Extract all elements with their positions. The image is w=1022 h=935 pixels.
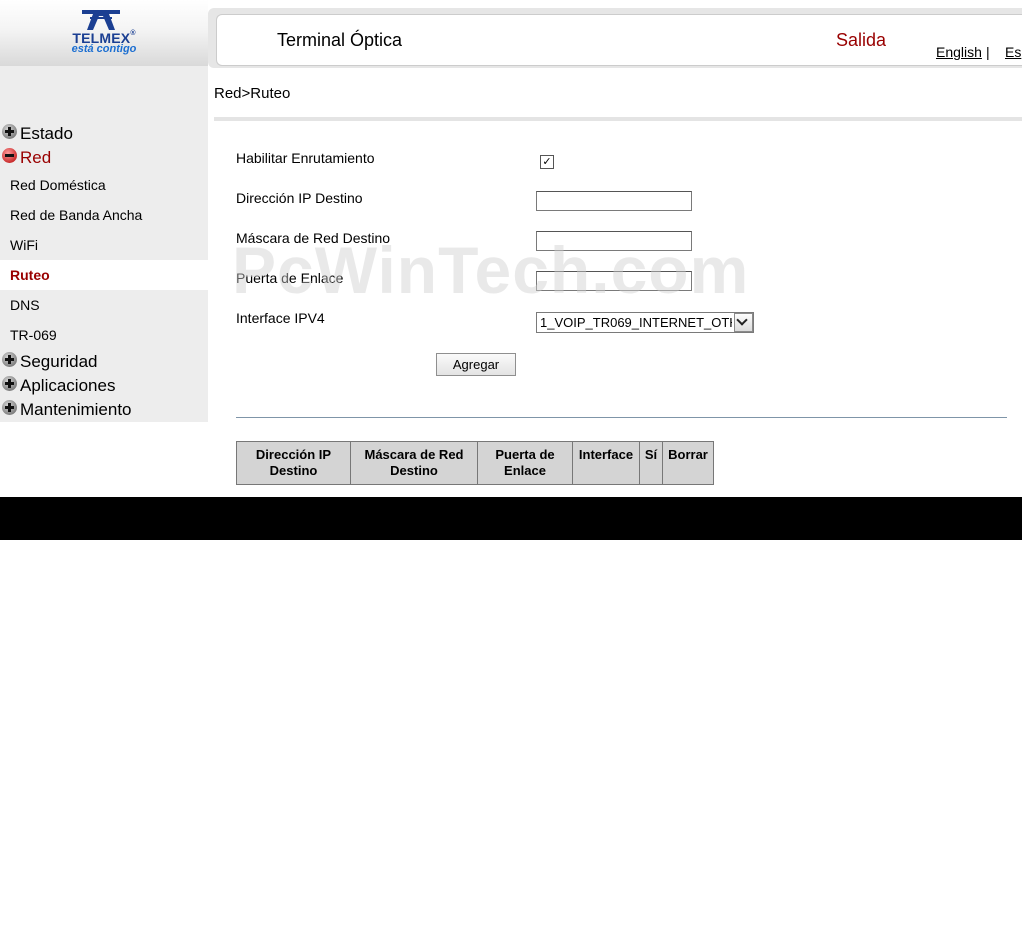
sidebar-item-label: Ruteo [10,267,50,283]
language-english-link[interactable]: English [936,44,982,60]
language-separator: | [986,44,990,60]
breadcrumb-divider [214,117,1022,121]
column-header-text: Máscara de Red [364,447,464,462]
sidebar-item-label: TR-069 [10,327,57,343]
breadcrumb: Red>Ruteo [214,85,291,102]
form-divider [236,417,1007,418]
column-header-borrar: Borrar [662,441,714,485]
routes-table: Dirección IP Destino Máscara de Red Destin… [236,441,714,485]
column-header-dest-ip: Dirección IP Destino [236,441,351,485]
logo: TELMEX® está contigo [0,0,208,66]
plus-icon [2,124,17,139]
dest-mask-input[interactable] [536,231,692,251]
app-title: Terminal Óptica [277,30,403,50]
sidebar: Estado Red Red Doméstica Red de Banda An… [0,66,208,422]
interface-ipv4-select[interactable]: 1_VOIP_TR069_INTERNET_OTHER [536,312,754,333]
dest-ip-label: Dirección IP Destino [236,190,363,206]
sidebar-item-label: Red Doméstica [10,177,106,193]
column-header-text: Puerta de [495,447,555,462]
sidebar-group-label: Mantenimiento [20,400,132,419]
sidebar-item-label: DNS [10,297,40,313]
interface-ipv4-value: 1_VOIP_TR069_INTERNET_OTHER [540,315,732,330]
telmex-logo-icon [82,10,120,30]
column-header-text: Enlace [504,463,546,478]
sidebar-item-tr069[interactable]: TR-069 [0,320,208,350]
sidebar-group-mantenimiento[interactable]: Mantenimiento [0,400,208,424]
column-header-text: Destino [390,463,438,478]
sidebar-group-label: Red [20,148,52,167]
sidebar-group-aplicaciones[interactable]: Aplicaciones [0,376,208,400]
column-header-dest-mask: Máscara de Red Destino [350,441,478,485]
sidebar-item-red-domestica[interactable]: Red Doméstica [0,170,208,200]
chevron-down-icon[interactable] [734,313,753,332]
enable-routing-label: Habilitar Enrutamiento [236,150,375,166]
logo-tagline: está contigo [71,43,137,55]
column-header-text: Interface [578,447,634,462]
checkmark-icon: ✓ [542,156,552,168]
gateway-input[interactable] [536,271,692,291]
logout-link[interactable]: Salida [836,30,886,51]
column-header-gateway: Puerta de Enlace [477,441,573,485]
dest-mask-label: Máscara de Red Destino [236,230,391,246]
plus-icon [2,376,17,391]
sidebar-item-wifi[interactable]: WiFi [0,230,208,260]
sidebar-group-label: Seguridad [20,352,98,371]
logo-registered-mark: ® [130,30,136,37]
column-header-text: Dirección IP [255,447,332,462]
language-spanish-link[interactable]: Es [1005,44,1021,60]
sidebar-group-estado[interactable]: Estado [0,124,208,148]
column-header-text: Destino [269,463,318,478]
sidebar-item-label: WiFi [10,237,38,253]
column-header-text: Borrar [668,447,708,462]
sidebar-group-seguridad[interactable]: Seguridad [0,352,208,376]
plus-icon [2,400,17,415]
footer-bar [0,497,1022,540]
sidebar-item-label: Red de Banda Ancha [10,207,143,223]
sidebar-item-dns[interactable]: DNS [0,290,208,320]
sidebar-item-ruteo[interactable]: Ruteo [0,260,208,290]
enable-routing-checkbox[interactable]: ✓ [540,155,554,169]
sidebar-group-red[interactable]: Red [0,148,208,172]
gateway-label: Puerta de Enlace [236,270,344,286]
interface-ipv4-label: Interface IPV4 [236,310,325,326]
column-header-text: Sí [644,447,658,462]
sidebar-group-label: Aplicaciones [20,376,116,395]
table-header-row: Dirección IP Destino Máscara de Red Destin… [236,441,714,485]
sidebar-item-red-banda-ancha[interactable]: Red de Banda Ancha [0,200,208,230]
column-header-si: Sí [639,441,663,485]
dest-ip-input[interactable] [536,191,692,211]
plus-icon [2,352,17,367]
column-header-interface: Interface [572,441,640,485]
minus-icon [2,148,17,163]
sidebar-group-label: Estado [20,124,73,143]
add-route-button[interactable]: Agregar [436,353,516,376]
